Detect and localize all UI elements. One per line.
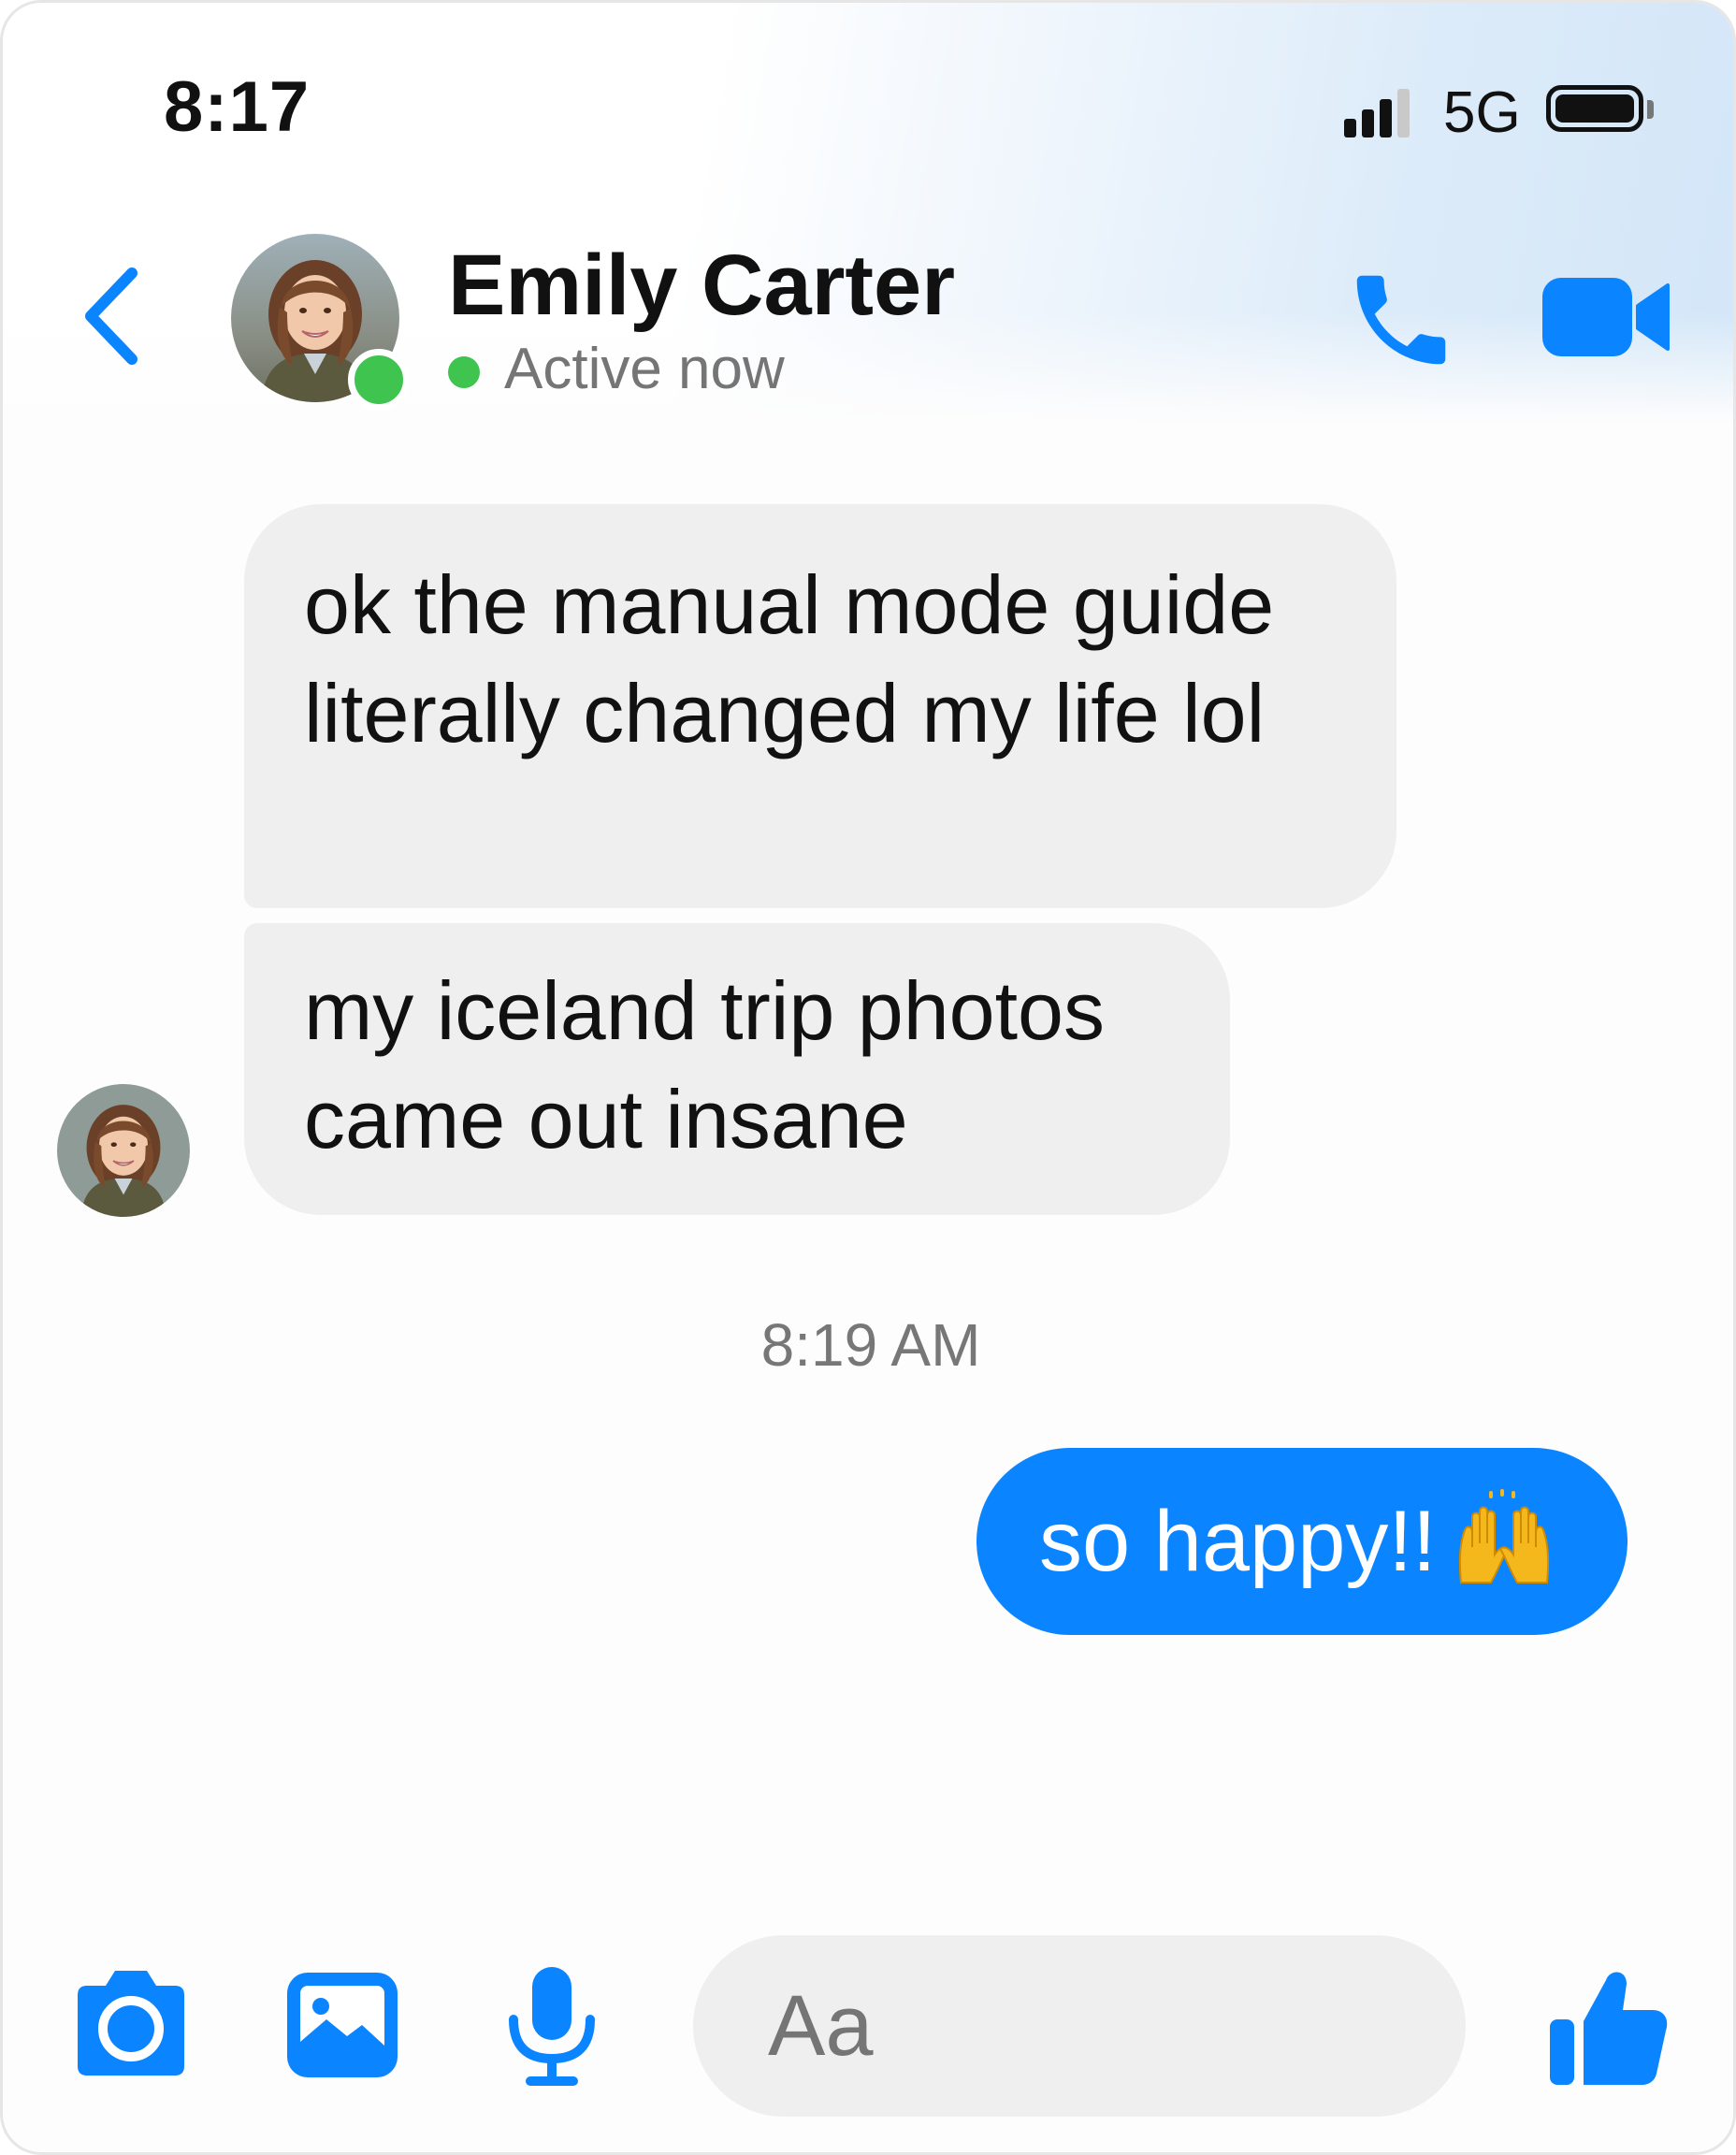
voice-call-button[interactable] (1342, 261, 1460, 379)
signal-strength-icon (1344, 89, 1410, 137)
back-button[interactable] (78, 260, 152, 372)
contact-name[interactable]: Emily Carter (448, 237, 955, 335)
avatar-image (57, 1084, 190, 1217)
camera-icon (78, 1971, 184, 2075)
video-call-button[interactable] (1541, 272, 1671, 362)
battery-icon (1546, 85, 1643, 132)
voice-message-button[interactable] (502, 1965, 601, 2087)
raising-hands-icon (1458, 1488, 1549, 1584)
phone-icon (1356, 275, 1446, 365)
image-icon (287, 1973, 398, 2077)
message-line: ok the manual mode guide (304, 558, 1275, 651)
back-chevron-icon (85, 268, 137, 365)
message-line: came out insane (304, 1073, 908, 1165)
online-status-indicator (348, 349, 410, 411)
battery-cap (1647, 100, 1654, 119)
message-line: my iceland trip photos (304, 964, 1105, 1057)
outgoing-message-bubble[interactable]: so happy!! (976, 1448, 1628, 1635)
message-line: literally changed my life lol (304, 667, 1266, 759)
message-timestamp: 8:19 AM (760, 1311, 981, 1379)
video-camera-icon (1542, 278, 1670, 356)
network-type: 5G (1443, 80, 1521, 145)
incoming-message-bubble[interactable]: my iceland trip photos came out insane (244, 923, 1230, 1215)
phone-screen: 8:17 5G Emily Carter Active now ok the m… (0, 0, 1736, 2155)
camera-button[interactable] (68, 1967, 194, 2079)
sender-avatar[interactable] (57, 1084, 190, 1217)
active-status-dot (448, 356, 480, 388)
status-time: 8:17 (164, 67, 311, 147)
thumbs-up-icon (1550, 1972, 1668, 2085)
microphone-icon (509, 1967, 595, 2086)
presence-status: Active now (504, 337, 785, 401)
like-button[interactable] (1546, 1961, 1671, 2089)
message-text: so happy!! (1039, 1494, 1437, 1589)
incoming-message-bubble[interactable]: ok the manual mode guide literally chang… (244, 504, 1396, 908)
message-input[interactable]: Aa (693, 1935, 1466, 2117)
gallery-button[interactable] (285, 1971, 399, 2079)
